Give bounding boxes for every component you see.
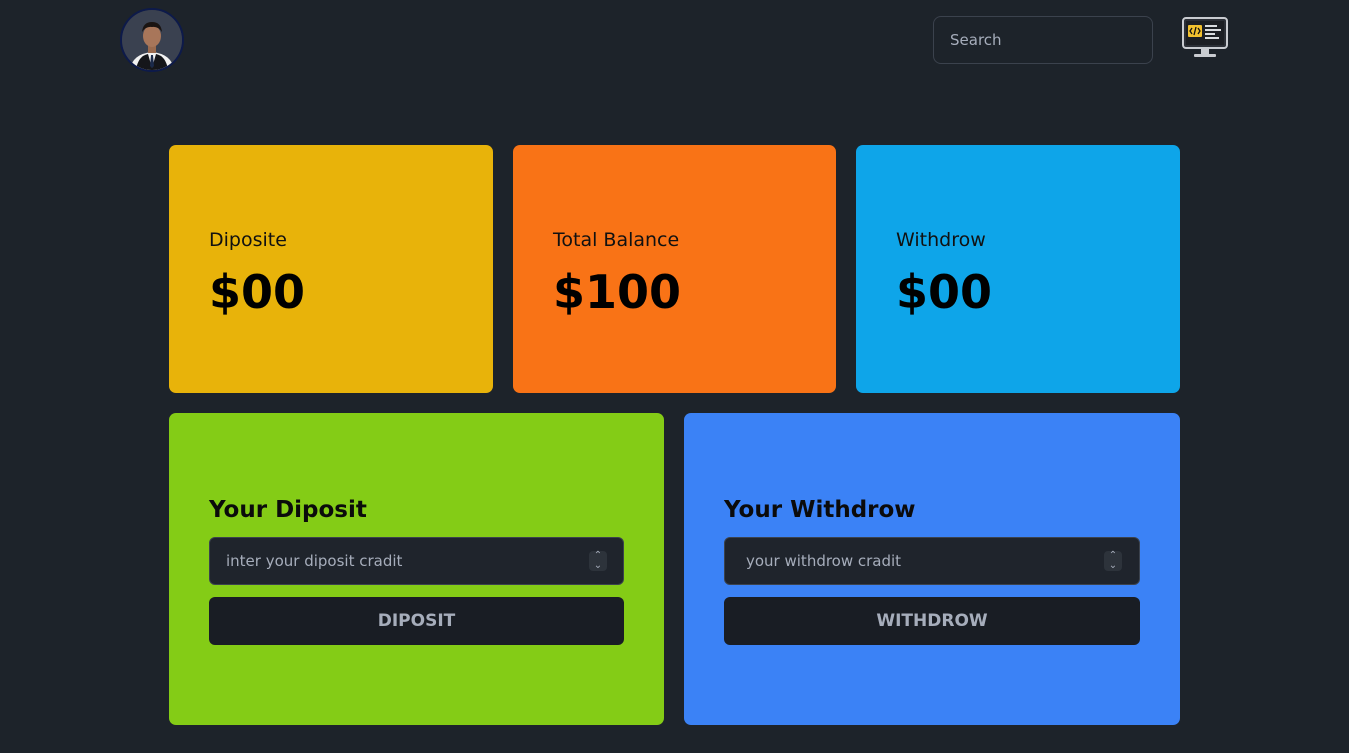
withdraw-amount-input[interactable]	[724, 537, 1140, 585]
search-input[interactable]	[933, 16, 1153, 64]
total-balance-card: Total Balance $100	[513, 145, 836, 393]
code-monitor-icon[interactable]	[1181, 17, 1229, 59]
avatar[interactable]	[120, 8, 184, 72]
deposit-stat-card: Diposite $00	[169, 145, 493, 393]
withdraw-panel-title: Your Withdrow	[724, 497, 916, 523]
withdraw-stat-card: Withdrow $00	[856, 145, 1180, 393]
deposit-stat-value: $00	[209, 265, 306, 319]
deposit-amount-input[interactable]	[209, 537, 624, 585]
withdraw-button[interactable]: WITHDROW	[724, 597, 1140, 645]
withdraw-panel: Your Withdrow ⌃⌄ WITHDROW	[684, 413, 1180, 725]
deposit-stepper-icon[interactable]: ⌃ ⌄	[589, 551, 607, 571]
total-balance-value: $100	[553, 265, 682, 319]
total-balance-label: Total Balance	[553, 229, 680, 251]
withdraw-stat-value: $00	[896, 265, 993, 319]
deposit-stat-label: Diposite	[209, 229, 287, 251]
user-avatar-icon	[122, 10, 182, 70]
deposit-panel: Your Diposit ⌃⌄ DIPOSIT	[169, 413, 664, 725]
deposit-panel-title: Your Diposit	[209, 497, 367, 523]
deposit-button[interactable]: DIPOSIT	[209, 597, 624, 645]
withdraw-stat-label: Withdrow	[896, 229, 986, 251]
withdraw-stepper-icon[interactable]: ⌃ ⌄	[1104, 551, 1122, 571]
